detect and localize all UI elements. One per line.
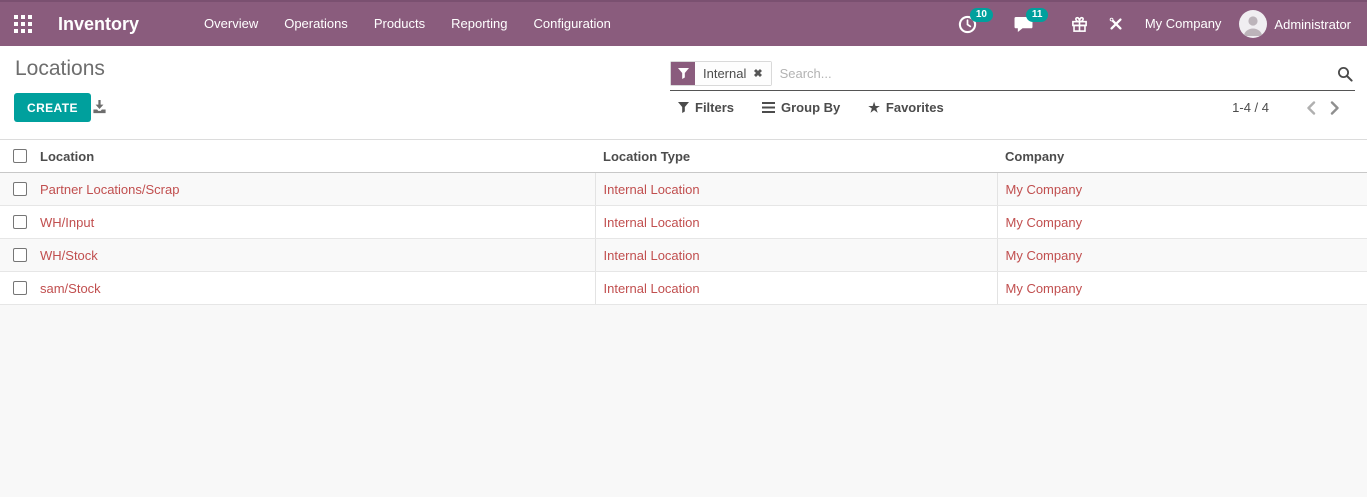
- top-navbar: Inventory Overview Operations Products R…: [0, 0, 1367, 46]
- cell-company[interactable]: My Company: [997, 206, 1367, 239]
- table-header-row: Location Location Type Company: [0, 140, 1367, 173]
- column-header-location-type[interactable]: Location Type: [595, 140, 997, 173]
- table-row: WH/Stock Internal Location My Company: [0, 239, 1367, 272]
- star-icon: ★: [868, 100, 880, 116]
- export-button[interactable]: [92, 99, 107, 119]
- person-icon: [1239, 10, 1267, 38]
- menu-configuration[interactable]: Configuration: [521, 1, 624, 47]
- avatar: [1239, 10, 1267, 38]
- filters-label: Filters: [695, 100, 734, 115]
- search-input[interactable]: [772, 66, 1337, 81]
- row-select-cell: [0, 239, 40, 272]
- row-checkbox[interactable]: [13, 182, 27, 196]
- group-by-label: Group By: [781, 100, 840, 115]
- search-bar: Internal ✖: [670, 57, 1355, 91]
- gift-button[interactable]: [1069, 1, 1091, 47]
- column-header-company[interactable]: Company: [997, 140, 1367, 173]
- cell-location-type[interactable]: Internal Location: [595, 272, 997, 305]
- search-facet-internal: Internal ✖: [670, 61, 772, 86]
- row-checkbox[interactable]: [13, 281, 27, 295]
- menu-operations[interactable]: Operations: [271, 1, 361, 47]
- funnel-icon: [678, 68, 689, 79]
- group-by-icon: [762, 102, 775, 113]
- cell-company[interactable]: My Company: [997, 239, 1367, 272]
- messages-button[interactable]: 11: [1013, 1, 1035, 47]
- pager: 1-4 / 4: [1232, 93, 1347, 122]
- table-row: WH/Input Internal Location My Company: [0, 206, 1367, 239]
- cell-company[interactable]: My Company: [997, 173, 1367, 206]
- row-select-cell: [0, 173, 40, 206]
- cell-location-type[interactable]: Internal Location: [595, 239, 997, 272]
- table-row: Partner Locations/Scrap Internal Locatio…: [0, 173, 1367, 206]
- search-submit[interactable]: [1337, 66, 1355, 82]
- chevron-right-icon: [1330, 101, 1340, 115]
- control-panel: Locations Internal ✖: [0, 46, 1367, 139]
- user-name: Administrator: [1274, 17, 1351, 32]
- magnifier-icon: [1337, 66, 1353, 82]
- group-by-button[interactable]: Group By: [762, 100, 840, 115]
- tools-icon: [1108, 16, 1124, 32]
- user-menu[interactable]: Administrator: [1235, 10, 1355, 38]
- company-switcher[interactable]: My Company: [1131, 1, 1236, 47]
- cell-location[interactable]: sam/Stock: [40, 272, 595, 305]
- favorites-label: Favorites: [886, 100, 944, 115]
- filters-funnel-icon: [678, 102, 689, 113]
- apps-menu-button[interactable]: [0, 1, 46, 47]
- facet-body: Internal ✖: [695, 62, 771, 85]
- table-row: sam/Stock Internal Location My Company: [0, 272, 1367, 305]
- app-title[interactable]: Inventory: [58, 14, 139, 35]
- chevron-left-icon: [1306, 101, 1316, 115]
- facet-label: Internal: [703, 66, 746, 81]
- tools-button[interactable]: [1105, 1, 1127, 47]
- row-checkbox[interactable]: [13, 248, 27, 262]
- select-all-checkbox[interactable]: [13, 149, 27, 163]
- systray: 10 11: [957, 1, 1367, 47]
- search-options: Filters Group By ★ Favorites: [678, 93, 944, 122]
- row-select-cell: [0, 272, 40, 305]
- filters-button[interactable]: Filters: [678, 100, 734, 115]
- facet-filter-block: [671, 62, 695, 85]
- pager-previous-button[interactable]: [1299, 96, 1323, 120]
- messages-badge: 11: [1026, 8, 1049, 22]
- apps-grid-icon: [14, 15, 32, 33]
- row-select-cell: [0, 206, 40, 239]
- pager-range: 1-4 / 4: [1232, 100, 1269, 115]
- menu-overview[interactable]: Overview: [191, 1, 271, 47]
- column-header-location[interactable]: Location: [40, 140, 595, 173]
- create-button[interactable]: CREATE: [14, 93, 91, 122]
- facet-remove-icon[interactable]: ✖: [753, 67, 762, 80]
- cell-location-type[interactable]: Internal Location: [595, 173, 997, 206]
- row-checkbox[interactable]: [13, 215, 27, 229]
- activities-badge: 10: [970, 8, 993, 22]
- cell-company[interactable]: My Company: [997, 272, 1367, 305]
- menu-reporting[interactable]: Reporting: [438, 1, 520, 47]
- cell-location[interactable]: WH/Stock: [40, 239, 595, 272]
- app-window: Inventory Overview Operations Products R…: [0, 0, 1367, 497]
- gift-icon: [1071, 16, 1088, 33]
- menu-products[interactable]: Products: [361, 1, 438, 47]
- cell-location[interactable]: Partner Locations/Scrap: [40, 173, 595, 206]
- activities-button[interactable]: 10: [957, 1, 979, 47]
- page-title: Locations: [15, 57, 105, 81]
- cell-location[interactable]: WH/Input: [40, 206, 595, 239]
- app-menu: Overview Operations Products Reporting C…: [191, 2, 624, 46]
- select-all-cell: [0, 140, 40, 173]
- download-icon: [92, 99, 107, 114]
- favorites-button[interactable]: ★ Favorites: [868, 100, 943, 116]
- locations-table: Location Location Type Company Partner L…: [0, 139, 1367, 305]
- pager-next-button[interactable]: [1323, 96, 1347, 120]
- cell-location-type[interactable]: Internal Location: [595, 206, 997, 239]
